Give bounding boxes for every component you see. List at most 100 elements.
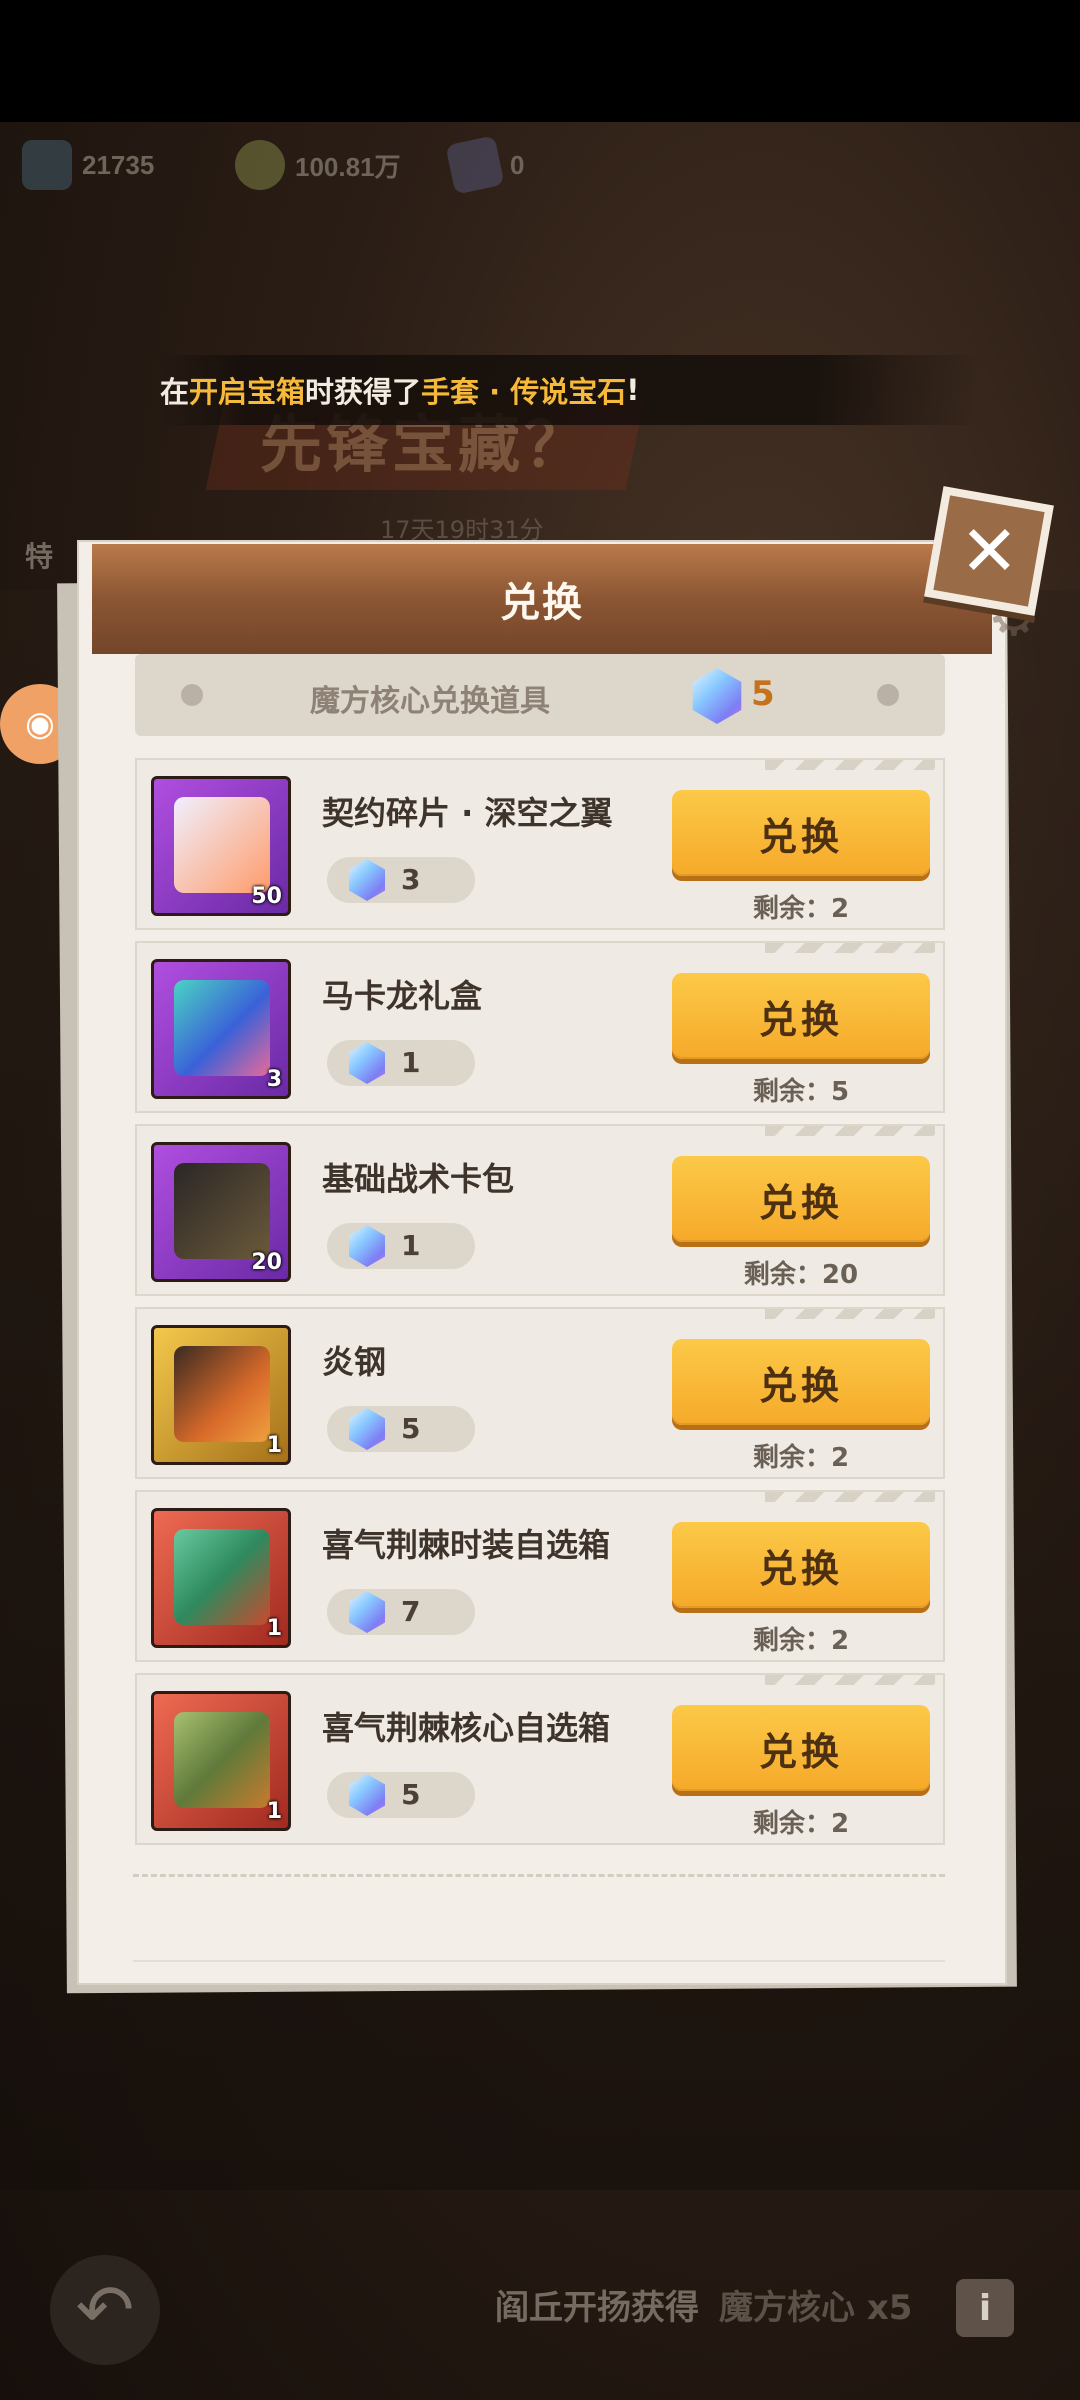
- decor-stripes: [765, 1126, 935, 1136]
- dialog-paper: 兑换 魔方核心兑换道具 5 50 契约碎片 · 深空之翼 3 兑换 剩余：2 3…: [77, 540, 1007, 1985]
- currency-gold[interactable]: 100.81万: [235, 140, 401, 190]
- info-button[interactable]: i: [956, 2279, 1014, 2337]
- exchange-summary: 魔方核心兑换道具 5: [135, 654, 945, 736]
- cost-value: 5: [401, 1412, 421, 1445]
- decor-stripes: [765, 1309, 935, 1319]
- item-quantity: 1: [266, 1616, 282, 1641]
- dialog-foot-line: [133, 1960, 945, 1962]
- item-thumbnail[interactable]: 1: [151, 1508, 291, 1648]
- gift-box-icon: [174, 980, 270, 1076]
- background-side-label: 特: [25, 540, 54, 573]
- item-thumbnail[interactable]: 20: [151, 1142, 291, 1282]
- list-divider: [133, 1874, 945, 1877]
- exchange-row: 1 喜气荆棘核心自选箱 5 兑换 剩余：2: [135, 1673, 945, 1845]
- item-cost: 5: [327, 1406, 475, 1452]
- exchange-button[interactable]: 兑换: [672, 790, 930, 876]
- mecha-icon: [174, 1346, 270, 1442]
- dragon-icon: ◉: [25, 704, 55, 744]
- item-cost: 1: [327, 1223, 475, 1269]
- cube-core-icon: [347, 1042, 387, 1084]
- back-arrow-icon: ↶: [75, 2269, 135, 2351]
- info-icon: i: [978, 2287, 992, 2329]
- dialog-title: 兑换: [500, 580, 584, 626]
- broadcast-banner: 在开启宝箱 时获得了 手套 · 传说宝石!: [160, 355, 980, 425]
- decor-stripes: [765, 760, 935, 770]
- item-cost: 5: [327, 1772, 475, 1818]
- cube-core-count: 5: [751, 674, 775, 714]
- item-thumbnail[interactable]: 1: [151, 1325, 291, 1465]
- item-name: 马卡龙礼盒: [322, 977, 483, 1015]
- reward-source-text: 阎丘开扬获得 魔方核心 x5: [495, 2288, 913, 2328]
- close-icon: ✕: [959, 510, 1019, 592]
- remaining-count: 剩余：2: [752, 894, 850, 924]
- gem-card-icon: [22, 140, 72, 190]
- currency-hero-cards[interactable]: 0: [445, 135, 525, 195]
- outfit-chest-icon: [174, 1529, 270, 1625]
- exchange-row: 1 炎钢 5 兑换 剩余：2: [135, 1307, 945, 1479]
- cube-core-icon: [347, 1591, 387, 1633]
- currency-value: 21735: [82, 149, 155, 180]
- item-quantity: 3: [266, 1067, 282, 1092]
- cube-core-icon: [347, 1774, 387, 1816]
- hero-card-icon: [445, 135, 505, 195]
- gold-coin-icon: [235, 140, 285, 190]
- exchange-row: 1 喜气荆棘时装自选箱 7 兑换 剩余：2: [135, 1490, 945, 1662]
- remaining-count: 剩余：2: [752, 1626, 850, 1656]
- currency-gem-cards[interactable]: 21735: [22, 140, 154, 190]
- cube-core-icon: [347, 859, 387, 901]
- exchange-button[interactable]: 兑换: [672, 973, 930, 1059]
- cube-core-icon: [347, 1408, 387, 1450]
- card-pack-icon: [174, 1163, 270, 1259]
- exchange-row: 20 基础战术卡包 1 兑换 剩余：20: [135, 1124, 945, 1296]
- decor-dot: [181, 684, 203, 706]
- item-quantity: 1: [266, 1799, 282, 1824]
- item-quantity: 50: [251, 884, 282, 909]
- cost-value: 5: [401, 1778, 421, 1811]
- cost-value: 7: [401, 1595, 421, 1628]
- cost-value: 1: [401, 1046, 421, 1079]
- exchange-button[interactable]: 兑换: [672, 1339, 930, 1425]
- currency-value: 100.81万: [295, 151, 401, 182]
- item-name: 喜气荆棘时装自选箱: [322, 1526, 611, 1564]
- item-name: 契约碎片 · 深空之翼: [322, 794, 613, 832]
- item-name: 炎钢: [322, 1343, 387, 1381]
- item-name: 喜气荆棘核心自选箱: [322, 1709, 611, 1747]
- exchange-row: 50 契约碎片 · 深空之翼 3 兑换 剩余：2: [135, 758, 945, 930]
- item-cost: 7: [327, 1589, 475, 1635]
- remaining-count: 剩余：2: [752, 1443, 850, 1473]
- cube-core-icon: [347, 1225, 387, 1267]
- close-box: ✕: [924, 486, 1054, 616]
- decor-stripes: [765, 943, 935, 953]
- decor-dot: [877, 684, 899, 706]
- item-thumbnail[interactable]: 50: [151, 776, 291, 916]
- exchange-button[interactable]: 兑换: [672, 1705, 930, 1791]
- item-thumbnail[interactable]: 1: [151, 1691, 291, 1831]
- currency-value: 0: [510, 149, 525, 180]
- core-chest-icon: [174, 1712, 270, 1808]
- back-button[interactable]: ↶: [50, 2255, 160, 2365]
- exchange-row: 3 马卡龙礼盒 1 兑换 剩余：5: [135, 941, 945, 1113]
- remaining-count: 剩余：5: [752, 1077, 850, 1107]
- status-bar: [0, 0, 1080, 122]
- contract-fragment-icon: [174, 797, 270, 893]
- exchange-item-list: 50 契约碎片 · 深空之翼 3 兑换 剩余：2 3 马卡龙礼盒 1 兑换 剩余…: [135, 758, 945, 1856]
- dialog-header: 兑换: [92, 544, 992, 654]
- item-quantity: 20: [251, 1250, 282, 1275]
- decor-stripes: [765, 1492, 935, 1502]
- item-cost: 3: [327, 857, 475, 903]
- close-button[interactable]: ✕: [924, 486, 1054, 616]
- remaining-count: 剩余：20: [743, 1260, 859, 1290]
- cost-value: 3: [401, 863, 421, 896]
- item-name: 基础战术卡包: [322, 1160, 515, 1198]
- item-quantity: 1: [266, 1433, 282, 1458]
- item-thumbnail[interactable]: 3: [151, 959, 291, 1099]
- summary-label: 魔方核心兑换道具: [310, 684, 550, 719]
- item-cost: 1: [327, 1040, 475, 1086]
- exchange-button[interactable]: 兑换: [672, 1522, 930, 1608]
- decor-stripes: [765, 1675, 935, 1685]
- exchange-dialog: 兑换 魔方核心兑换道具 5 50 契约碎片 · 深空之翼 3 兑换 剩余：2 3…: [57, 486, 1054, 1994]
- exchange-button[interactable]: 兑换: [672, 1156, 930, 1242]
- cube-core-icon: [690, 668, 744, 724]
- cost-value: 1: [401, 1229, 421, 1262]
- remaining-count: 剩余：2: [752, 1809, 850, 1839]
